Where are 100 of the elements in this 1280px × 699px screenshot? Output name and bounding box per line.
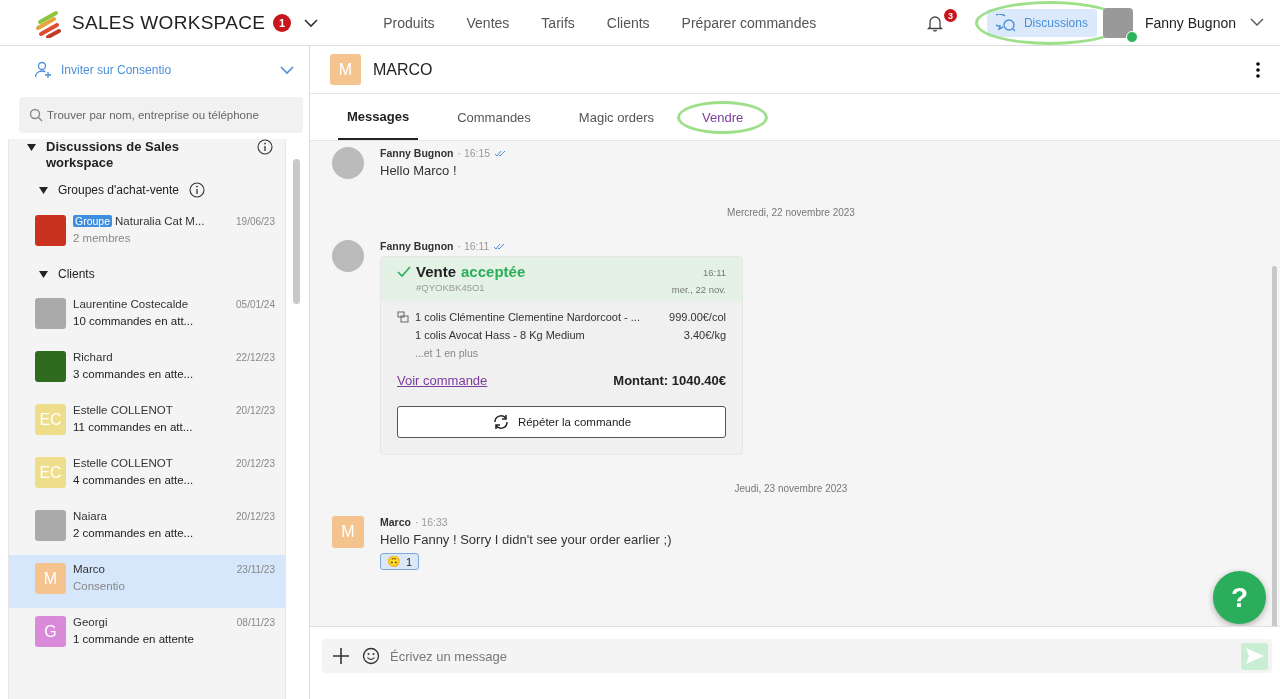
boxes-icon (397, 311, 409, 323)
nav-link[interactable]: Tarifs (541, 14, 575, 31)
group-tag: Groupe (73, 215, 113, 227)
chevron-down-icon (279, 64, 295, 75)
card-title: Vente (416, 263, 457, 280)
message-input[interactable]: Écrivez un message (388, 641, 1237, 671)
date-label: 05/01/24 (236, 298, 275, 310)
conversation-subtitle: 2 commandes en atte... (73, 527, 195, 539)
message-text: Hello Marco ! (380, 163, 458, 178)
author-name: Fanny Bugnon (380, 240, 454, 252)
search-field[interactable]: Trouver par nom, entreprise ou téléphone (19, 97, 303, 133)
section-toggle[interactable]: Discussions de Sales workspace (9, 139, 273, 175)
price: 3.40€/kg (683, 329, 726, 341)
conversation-item[interactable]: Naiara 20/12/23 2 commandes en atte... (9, 502, 285, 555)
triangle-down-icon (39, 185, 48, 195)
refresh-icon (491, 413, 510, 431)
contact-name: Naiara (73, 510, 108, 522)
avatar: EC (35, 457, 66, 488)
scrollbar[interactable] (293, 159, 300, 304)
conversation-subtitle: 4 commandes en atte... (73, 474, 195, 486)
conversation-subtitle: 2 membres (73, 232, 132, 244)
conversation-item[interactable]: EC Estelle COLLENOT 20/12/23 11 commandes en att... (9, 396, 285, 449)
notification-badge: 3 (943, 9, 957, 22)
photo-placeholder (332, 147, 364, 179)
photo-placeholder (332, 240, 364, 272)
conversation-subtitle: 3 commandes en atte... (73, 368, 195, 380)
conversation-item[interactable]: Richard 22/12/23 3 commandes en atte... (9, 343, 285, 396)
emoji-icon (362, 647, 380, 665)
scrollbar[interactable] (1272, 266, 1277, 626)
workspace-name: SALES WORKSPACE (72, 11, 266, 34)
conversation-subtitle: 11 commandes en att... (73, 421, 194, 433)
contact-name: Richard (73, 351, 114, 363)
nav-link[interactable]: Produits (383, 14, 435, 31)
date-label: mer., 22 nov. (671, 284, 726, 295)
conversation-item[interactable]: M Marco 23/11/23 Consentio (9, 555, 285, 608)
author-name: Marco (380, 516, 411, 528)
checkmark-icon (397, 265, 411, 278)
date-label: 20/12/23 (236, 457, 275, 469)
photo-placeholder (35, 510, 66, 541)
tab[interactable]: Commandes (448, 94, 540, 140)
plus-icon (332, 647, 350, 665)
reaction-chip[interactable]: 🙃 1 (380, 553, 420, 570)
contact-name: Marco (73, 563, 106, 575)
nav-link[interactable]: Préparer commandes (681, 14, 817, 31)
price: 999.00€/col (669, 311, 726, 323)
add-user-icon (34, 60, 52, 79)
date-label: 20/12/23 (236, 404, 275, 416)
order-line: 1 colis Avocat Hass - 8 Kg Medium (415, 329, 586, 341)
more-items-label: ...et 1 en plus (415, 347, 480, 359)
conversation-item[interactable]: G Georgi 08/11/23 1 commande en attente (9, 608, 285, 661)
author-name: Fanny Bugnon (380, 147, 454, 159)
date-separator: Jeudi, 23 novembre 2023 (733, 483, 849, 494)
send-icon (1244, 647, 1265, 665)
date-label: 20/12/23 (236, 510, 275, 522)
timestamp: · 16:15 (457, 147, 491, 159)
order-line: 1 colis Clémentine Clementine Nardorcoot - ... (415, 311, 641, 323)
conversation-subtitle: Consentio (73, 580, 126, 592)
group-toggle[interactable]: Groupes d'achat-vente (9, 175, 273, 207)
chevron-down-icon (1250, 18, 1264, 27)
triangle-down-icon (39, 269, 48, 279)
vertical-dots-icon (1256, 61, 1260, 78)
contact-name: Naturalia Cat M... (115, 215, 206, 227)
total-amount: Montant: 1040.40€ (613, 373, 726, 388)
nav-link[interactable]: Clients (606, 14, 650, 31)
message-composer[interactable]: Écrivez un message (322, 639, 1272, 673)
conversation-subtitle: 1 commande en attente (73, 633, 195, 645)
avatar: G (35, 616, 66, 647)
avatar: M (35, 563, 66, 594)
invite-link[interactable]: Inviter sur Consentio (34, 60, 172, 79)
contact-name: MARCO (373, 60, 434, 79)
timestamp: · 16:33 (414, 516, 448, 528)
user-menu-button[interactable]: Fanny Bugnon (1144, 14, 1264, 31)
tab[interactable]: Magic orders (569, 94, 663, 140)
conversation-item[interactable]: Laurentine Costecalde 05/01/24 10 commandes en att... (9, 290, 285, 343)
conversation-subtitle: 10 commandes en att... (73, 315, 195, 327)
contact-name: Georgi (73, 616, 109, 628)
timestamp: · 16:11 (457, 240, 490, 252)
group-toggle[interactable]: Clients (9, 260, 273, 290)
photo-placeholder (35, 298, 66, 329)
date-separator: Mercredi, 22 novembre 2023 (726, 207, 856, 218)
contact-name: Estelle COLLENOT (73, 457, 174, 469)
order-reference: #QYOKBK45O1 (416, 282, 486, 293)
contact-name: Laurentine Costecalde (73, 298, 190, 310)
repeat-order-button[interactable]: Répéter la commande (397, 406, 726, 438)
conversation-item[interactable]: Groupe Naturalia Cat M... 19/06/23 2 membres (9, 207, 285, 260)
avatar: M (330, 54, 361, 85)
conversation-item[interactable]: EC Estelle COLLENOT 20/12/23 4 commandes en atte... (9, 449, 285, 502)
notifications-button[interactable] (925, 13, 944, 32)
contact-name: Estelle COLLENOT (73, 404, 174, 416)
date-label: 19/06/23 (236, 215, 275, 227)
nav-link[interactable]: Ventes (466, 14, 510, 31)
date-label: 23/11/23 (236, 563, 275, 575)
bell-icon (925, 13, 944, 32)
view-order-link[interactable]: Voir commande (397, 373, 488, 388)
info-icon (257, 139, 273, 155)
tab[interactable]: Vendre (693, 94, 753, 140)
avatar: M (332, 516, 364, 548)
date-label: 08/11/23 (236, 616, 275, 628)
profile-photo (1102, 7, 1133, 38)
chat-bubbles-icon (995, 13, 1016, 32)
